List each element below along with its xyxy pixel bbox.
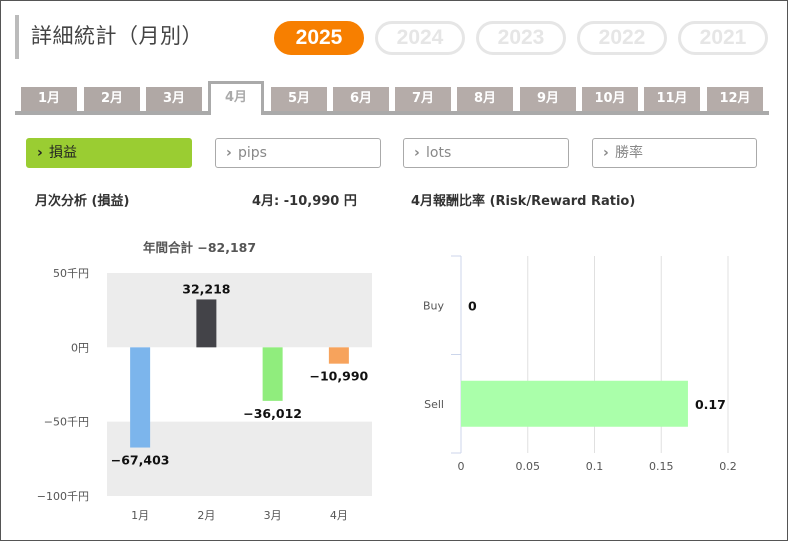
filter-label: 勝率	[615, 145, 643, 161]
tab-month-1[interactable]: 1月	[21, 87, 77, 111]
filter-label: lots	[426, 145, 452, 161]
monthly-pnl-chart: 50千円 0円 −50千円 −100千円 −67,403 1月 32,218 2月 −36,01…	[37, 267, 372, 522]
data-label: 32,218	[182, 281, 230, 296]
year-selector: 2025 2024 2023 2022 2021	[274, 21, 768, 55]
bar-3	[262, 347, 283, 401]
x-tick-label: 3月	[264, 509, 282, 522]
year-button-2025[interactable]: 2025	[274, 21, 364, 55]
tab-month-8[interactable]: 8月	[457, 87, 513, 111]
tab-month-10[interactable]: 10月	[582, 87, 638, 111]
y-tick-label: −100千円	[37, 490, 89, 503]
bar-sell	[461, 380, 688, 427]
bar-1	[130, 347, 151, 448]
tab-month-4[interactable]: 4月	[208, 81, 264, 115]
chevron-right-icon: ›	[226, 145, 232, 161]
x-tick-label: 0.1	[586, 460, 604, 473]
page-title: 詳細統計（月別）	[31, 24, 203, 48]
plot-band-positive	[107, 273, 372, 348]
data-label: 0	[468, 298, 477, 313]
tab-month-12[interactable]: 12月	[707, 87, 763, 111]
monthly-analysis-title: 月次分析 (損益)	[35, 194, 130, 209]
data-label: 0.17	[695, 397, 726, 412]
filter-label: 損益	[49, 145, 77, 161]
risk-reward-chart: 0 0.05 0.1 0.15 0.2 Buy 0 Sell 0.17	[423, 255, 737, 473]
year-button-2022[interactable]: 2022	[577, 21, 667, 55]
x-tick-label: 0	[458, 460, 465, 473]
y-tick-label: 50千円	[53, 267, 89, 280]
tab-month-11[interactable]: 11月	[644, 87, 700, 111]
chevron-right-icon: ›	[37, 145, 43, 161]
stats-panel: 詳細統計（月別） 2025 2024 2023 2022 2021 1月 2月 …	[0, 0, 788, 541]
category-label: Buy	[423, 299, 445, 312]
x-tick-label: 0.05	[516, 460, 541, 473]
x-tick-label: 4月	[330, 509, 348, 522]
bar-2	[196, 299, 217, 348]
year-button-2023[interactable]: 2023	[476, 21, 566, 55]
chevron-right-icon: ›	[414, 145, 420, 161]
tab-month-2[interactable]: 2月	[84, 87, 140, 111]
x-tick-label: 0.2	[719, 460, 737, 473]
filter-pnl-button[interactable]: › 損益	[26, 138, 192, 168]
filter-pips-button[interactable]: › pips	[215, 138, 381, 168]
x-tick-label: 2月	[197, 509, 215, 522]
x-tick-label: 1月	[131, 509, 149, 522]
title-block: 詳細統計（月別）	[15, 15, 203, 59]
data-label: −10,990	[310, 369, 369, 384]
year-button-2021[interactable]: 2021	[678, 21, 768, 55]
data-label: −67,403	[111, 453, 170, 468]
tab-underline	[15, 111, 769, 115]
year-button-2024[interactable]: 2024	[375, 21, 465, 55]
tab-month-9[interactable]: 9月	[520, 87, 576, 111]
filter-lots-button[interactable]: › lots	[403, 138, 569, 168]
filter-winrate-button[interactable]: › 勝率	[592, 138, 757, 168]
risk-reward-title: 4月報酬比率 (Risk/Reward Ratio)	[411, 194, 636, 209]
x-tick-label: 0.15	[649, 460, 674, 473]
tab-month-7[interactable]: 7月	[395, 87, 451, 111]
tab-month-3[interactable]: 3月	[146, 87, 202, 111]
tab-month-5[interactable]: 5月	[271, 87, 327, 111]
y-tick-label: −50千円	[44, 416, 89, 429]
tab-month-6[interactable]: 6月	[333, 87, 389, 111]
bar-4	[328, 347, 349, 364]
month-pnl-value: 4月: -10,990 円	[252, 194, 357, 209]
data-label: −36,012	[243, 406, 302, 421]
filter-label: pips	[238, 145, 267, 161]
month-tabs: 1月 2月 3月 4月 5月 6月 7月 8月 9月 10月 11月 12月	[15, 81, 769, 115]
annual-total: 年間合計 −82,187	[143, 240, 257, 255]
chevron-right-icon: ›	[603, 145, 609, 161]
category-label: Sell	[424, 398, 444, 411]
y-tick-label: 0円	[71, 341, 89, 354]
